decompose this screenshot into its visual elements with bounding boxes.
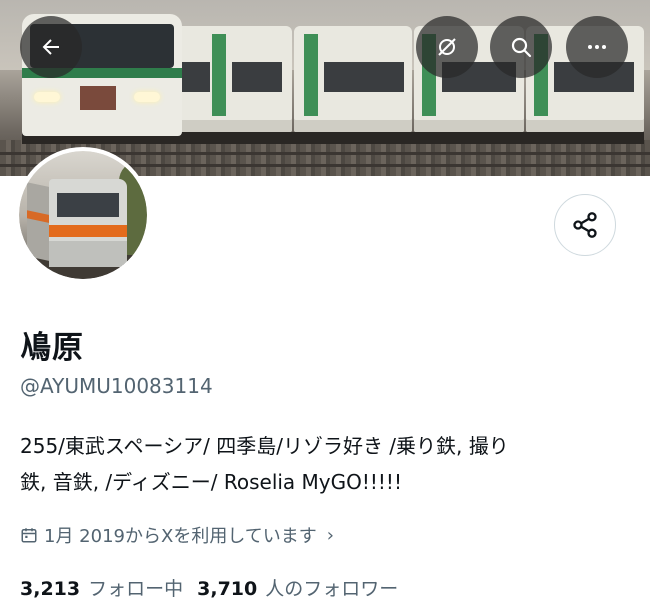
grok-translate-icon <box>438 38 456 56</box>
joined-text: 1月 2019からXを利用しています <box>44 526 317 547</box>
back-button[interactable] <box>20 16 82 78</box>
profile-banner[interactable] <box>0 0 650 176</box>
search-icon <box>511 37 532 58</box>
chevron-right-icon: › <box>326 524 334 546</box>
more-button[interactable] <box>566 16 628 78</box>
bio-line: 鉄, 音鉄, /ディズニー/ Roselia MyGO!!!!! <box>20 470 402 494</box>
follow-stats: 3,213 フォロー中 3,710 人のフォロワー <box>20 574 412 601</box>
avatar[interactable] <box>19 151 147 279</box>
translate-button[interactable] <box>416 16 478 78</box>
bio: 255/東武スペーシア/ 四季島/リゾラ好き /乗り鉄, 撮り 鉄, 音鉄, /… <box>20 428 620 500</box>
joined-date[interactable]: 1月 2019からXを利用しています › <box>20 522 334 548</box>
following-count[interactable]: 3,213 <box>20 578 80 600</box>
avatar-train-image <box>19 151 147 279</box>
banner-train-image <box>22 14 644 144</box>
bio-line: 255/東武スペーシア/ 四季島/リゾラ好き /乗り鉄, 撮り <box>20 434 509 458</box>
search-button[interactable] <box>490 16 552 78</box>
followers-label[interactable]: 人のフォロワー <box>265 574 398 601</box>
followers-count[interactable]: 3,710 <box>197 578 257 600</box>
arrow-left-icon <box>42 39 59 55</box>
calendar-icon <box>21 528 37 543</box>
more-dots-icon <box>588 45 606 49</box>
display-name: 鳰原 <box>20 330 84 366</box>
handle: @AYUMU10083114 <box>20 374 213 398</box>
share-button[interactable] <box>554 194 616 256</box>
following-label[interactable]: フォロー中 <box>88 574 183 601</box>
share-icon <box>573 212 597 238</box>
